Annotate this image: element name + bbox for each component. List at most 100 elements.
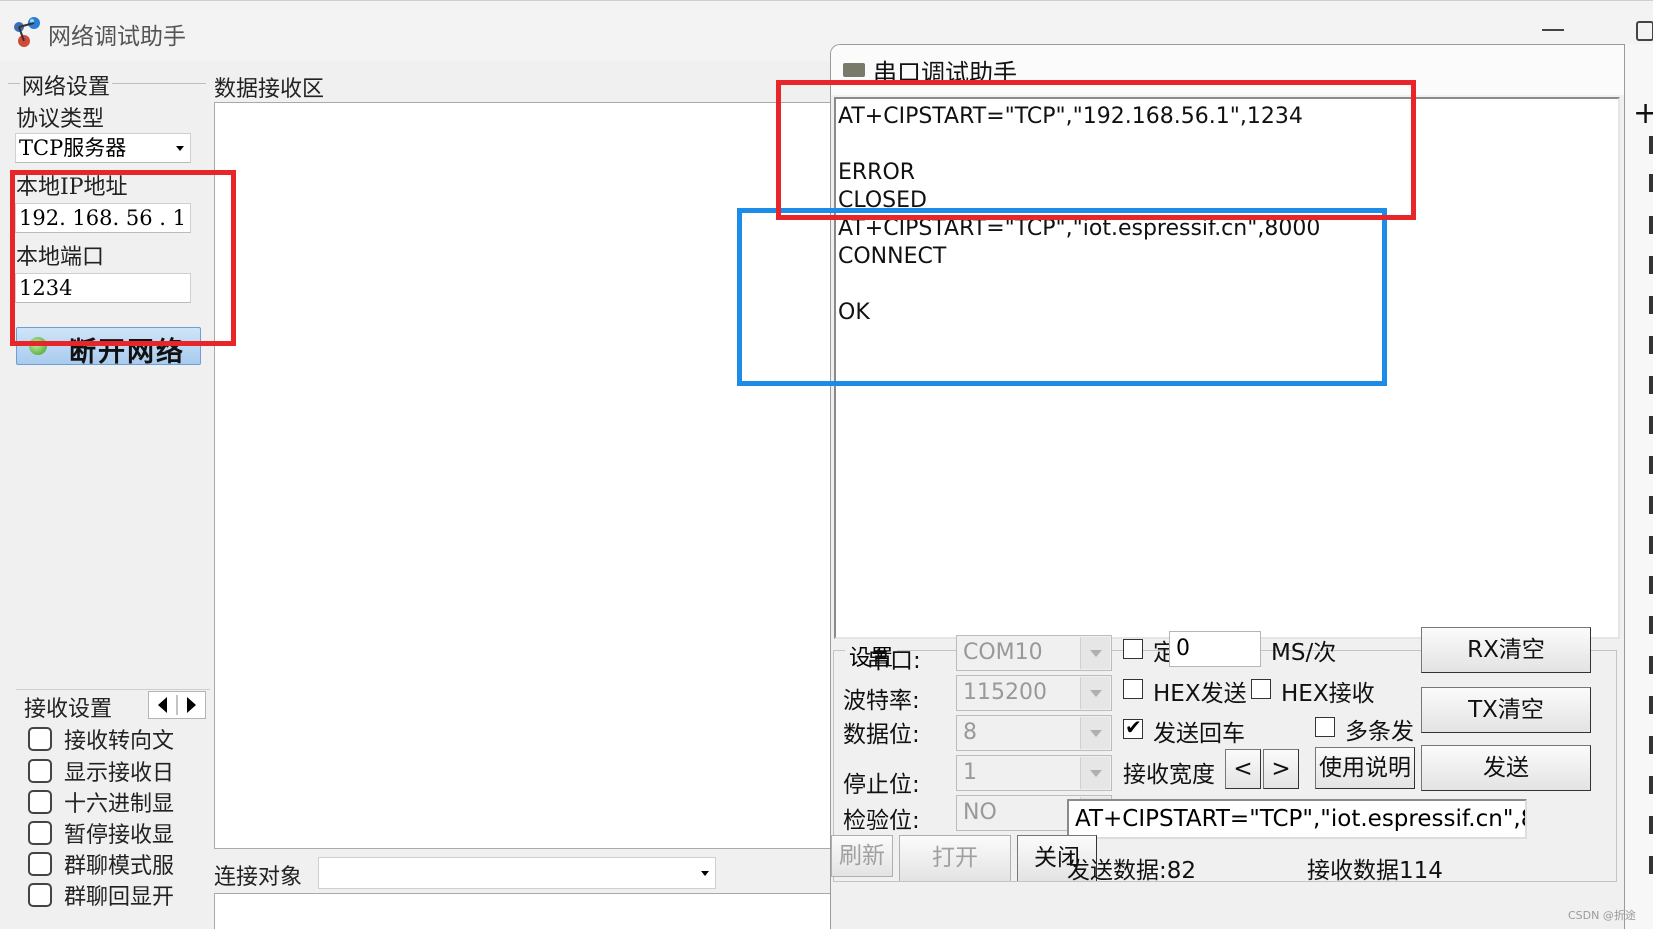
baud-rate-select-value: 115200 — [963, 680, 1047, 705]
connection-target-select[interactable] — [318, 857, 716, 889]
edge-mark — [1649, 296, 1653, 314]
watermark: CSDN @折途 — [1568, 909, 1636, 922]
plus-icon[interactable]: + — [1633, 96, 1653, 131]
port-label: 串口: — [867, 648, 921, 674]
stop-bits-select[interactable]: 1 — [956, 755, 1112, 791]
edge-mark — [1649, 376, 1653, 394]
parity-select-value: NO — [963, 800, 997, 825]
option-label: 群聊模式服 — [64, 854, 175, 879]
option-hex-display[interactable]: 十六进制显 — [28, 788, 175, 817]
edge-mark — [1649, 456, 1653, 474]
checkbox[interactable] — [28, 790, 52, 814]
checkbox[interactable] — [28, 883, 52, 907]
send-button[interactable]: 发送 — [1421, 745, 1591, 791]
background-window-edge: + — [1625, 44, 1653, 929]
option-label: 十六进制显 — [64, 792, 175, 817]
edge-mark — [1649, 496, 1653, 514]
data-receive-label: 数据接收区 — [214, 77, 325, 102]
checkbox[interactable] — [28, 852, 52, 876]
timer-send-checkbox[interactable] — [1123, 639, 1143, 659]
chevron-down-icon — [701, 871, 709, 876]
hex-receive-checkbox[interactable] — [1251, 679, 1271, 699]
edge-mark — [1649, 174, 1653, 192]
refresh-button[interactable]: 刷新 — [831, 835, 893, 877]
highlight-box-red-local-address — [10, 170, 236, 346]
network-settings-label: 网络设置 — [20, 69, 113, 101]
data-send-area[interactable] — [214, 893, 834, 929]
send-newline-checkbox[interactable] — [1123, 715, 1143, 739]
data-bits-label: 数据位: — [843, 722, 920, 748]
baud-rate-select[interactable]: 115200 — [956, 675, 1112, 711]
received-count: 接收数据114 — [1307, 858, 1443, 884]
width-decrease-button[interactable]: < — [1225, 749, 1261, 789]
port-select-value: COM10 — [963, 640, 1043, 665]
chevron-down-icon — [176, 146, 184, 151]
multi-send-label: 多条发 — [1345, 719, 1414, 745]
timer-unit-label: MS/次 — [1271, 640, 1337, 666]
edge-mark — [1649, 656, 1653, 674]
stop-bits-select-value: 1 — [963, 760, 977, 785]
edge-mark — [1649, 416, 1653, 434]
hex-receive-label: HEX接收 — [1281, 681, 1375, 707]
baud-rate-label: 波特率: — [843, 688, 920, 714]
group-scroll-arrows[interactable] — [148, 691, 206, 719]
checkbox[interactable] — [28, 821, 52, 845]
edge-mark — [1649, 256, 1653, 274]
window-title: 网络调试助手 — [48, 24, 186, 50]
multi-send-checkbox[interactable] — [1315, 717, 1335, 737]
edge-mark — [1649, 816, 1653, 834]
option-group-chat-server[interactable]: 群聊模式服 — [28, 850, 175, 879]
open-port-button[interactable]: 打开 — [899, 835, 1011, 881]
protocol-select-value: TCP服务器 — [19, 136, 127, 160]
edge-mark — [1649, 776, 1653, 794]
tx-clear-button[interactable]: TX清空 — [1421, 687, 1591, 733]
maximize-button[interactable] — [1636, 21, 1653, 41]
minimize-button[interactable] — [1542, 29, 1564, 31]
scroll-left-right-icon — [158, 695, 196, 715]
rx-clear-button[interactable]: RX清空 — [1421, 627, 1591, 673]
chevron-down-icon[interactable] — [1080, 637, 1110, 669]
hex-send-label: HEX发送 — [1153, 681, 1247, 707]
hex-send-checkbox[interactable] — [1123, 679, 1143, 699]
serial-port-icon — [843, 63, 865, 77]
protocol-select[interactable]: TCP服务器 — [15, 133, 191, 163]
chevron-down-icon[interactable] — [1080, 677, 1110, 709]
parity-label: 检验位: — [843, 808, 920, 834]
highlight-box-red-error — [776, 80, 1416, 220]
edge-mark — [1649, 616, 1653, 634]
receive-width-label: 接收宽度 — [1123, 762, 1215, 788]
option-label: 暂停接收显 — [64, 823, 175, 848]
edge-mark — [1649, 576, 1653, 594]
stop-bits-label: 停止位: — [843, 772, 920, 798]
option-show-receive-date[interactable]: 显示接收日 — [28, 757, 175, 786]
edge-mark — [1649, 136, 1653, 154]
send-newline-label: 发送回车 — [1153, 721, 1245, 747]
help-button[interactable]: 使用说明 — [1315, 747, 1415, 789]
data-bits-select-value: 8 — [963, 720, 977, 745]
edge-mark — [1649, 336, 1653, 354]
width-increase-button[interactable]: > — [1263, 749, 1299, 789]
edge-mark — [1649, 856, 1653, 874]
option-redirect-to-file[interactable]: 接收转向文 — [28, 725, 174, 754]
option-label: 显示接收日 — [64, 761, 175, 786]
checkbox[interactable] — [28, 759, 52, 783]
highlight-box-blue-connect-ok — [737, 208, 1387, 386]
port-select[interactable]: COM10 — [956, 635, 1112, 671]
option-pause-receive[interactable]: 暂停接收显 — [28, 819, 175, 848]
network-app-icon — [14, 17, 40, 47]
option-label: 群聊回显开 — [64, 885, 175, 910]
protocol-type-label: 协议类型 — [16, 107, 105, 132]
sent-count: 发送数据:82 — [1067, 858, 1197, 884]
timer-interval-input[interactable]: 0 — [1169, 631, 1261, 667]
checkbox[interactable] — [28, 727, 52, 751]
edge-mark — [1649, 736, 1653, 754]
edge-mark — [1649, 216, 1653, 234]
send-text-input[interactable]: AT+CIPSTART="TCP","iot.espressif.cn",800 — [1067, 799, 1527, 839]
option-group-chat-echo[interactable]: 群聊回显开 — [28, 881, 175, 910]
connection-target-label: 连接对象 — [214, 865, 303, 890]
edge-mark — [1649, 696, 1653, 714]
edge-mark — [1649, 536, 1653, 554]
chevron-down-icon[interactable] — [1080, 757, 1110, 789]
chevron-down-icon[interactable] — [1080, 717, 1110, 749]
data-bits-select[interactable]: 8 — [956, 715, 1112, 751]
